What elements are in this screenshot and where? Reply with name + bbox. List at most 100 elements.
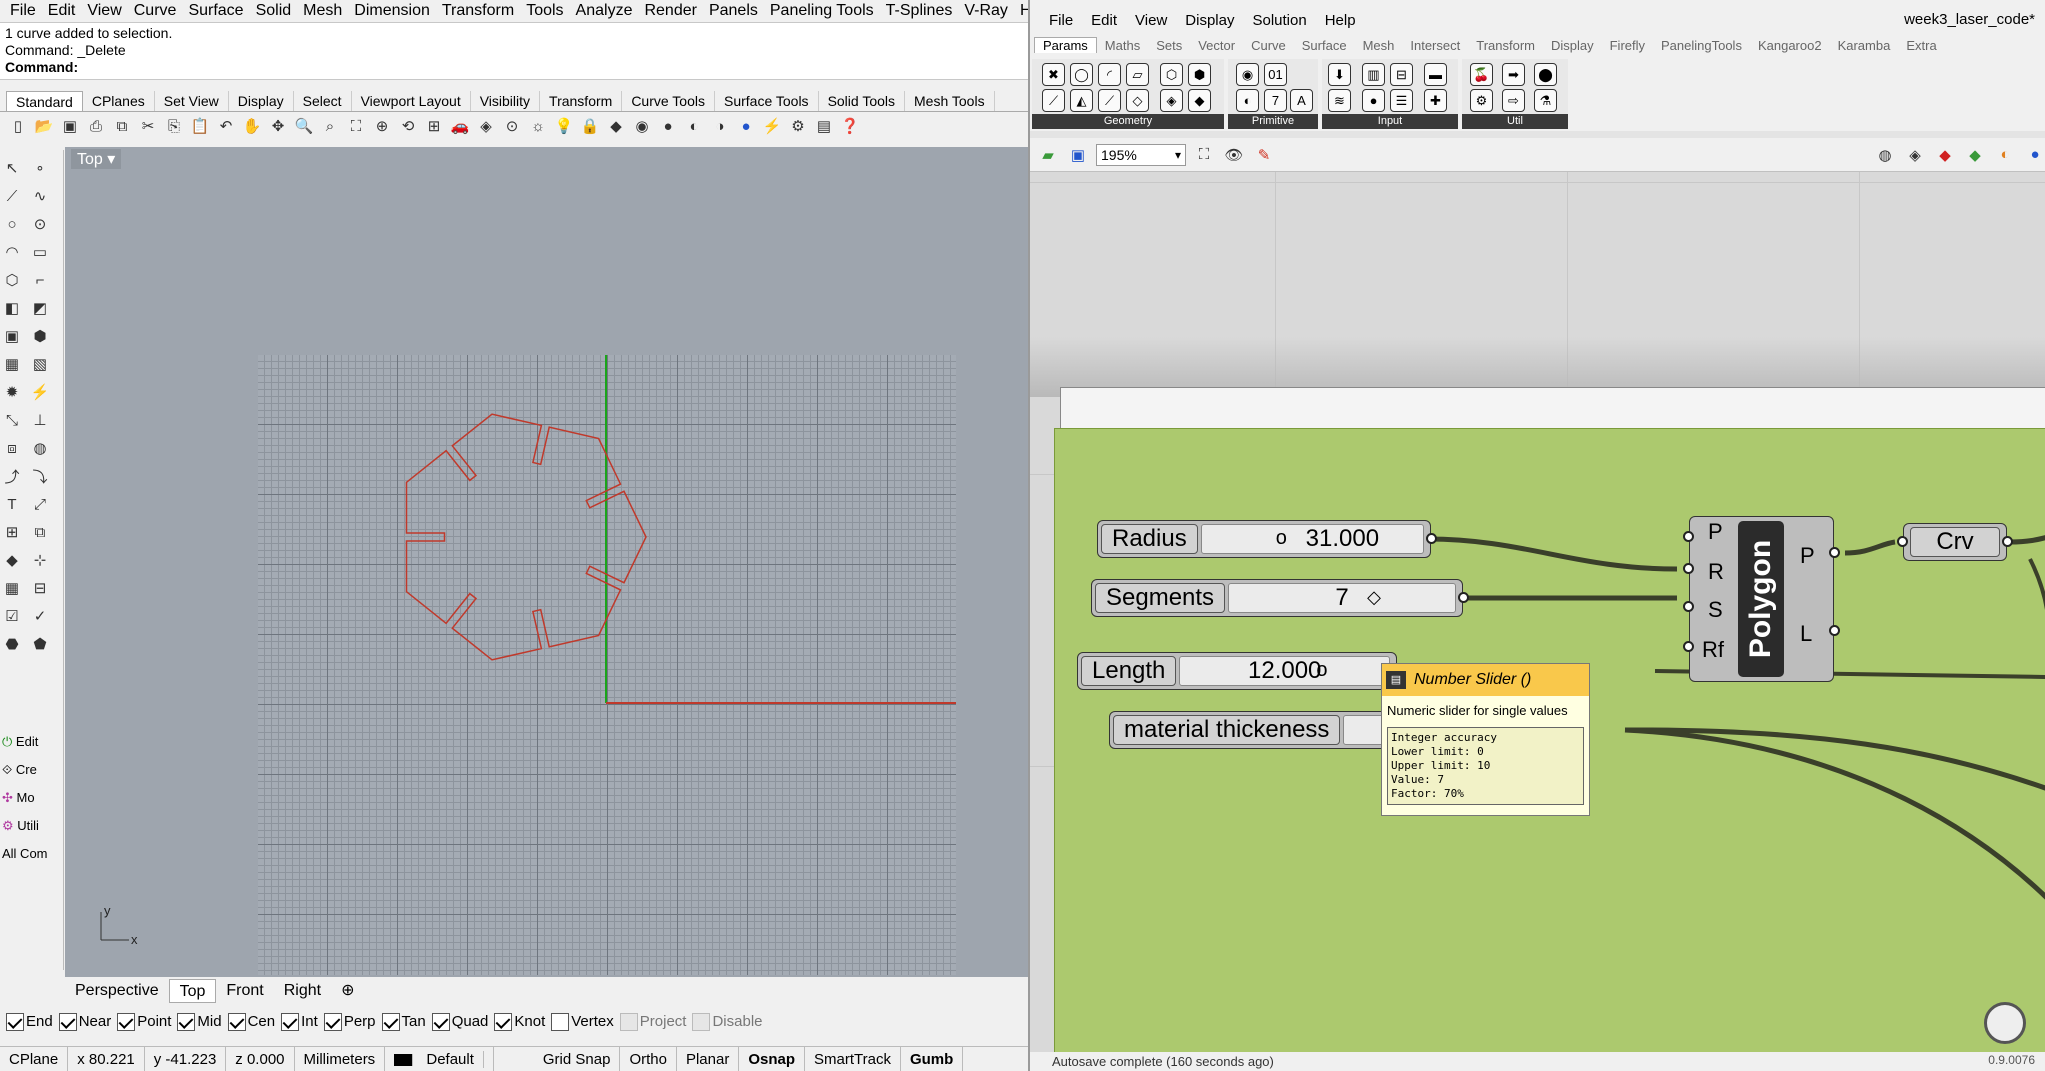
cut-icon[interactable]: ✂ — [136, 114, 160, 138]
new-file-icon[interactable]: ▯ — [6, 114, 30, 138]
output-port[interactable] — [1458, 592, 1469, 603]
block-icon[interactable]: ◍ — [28, 436, 52, 460]
menu-surface[interactable]: Surface — [182, 2, 249, 20]
osnap-cen[interactable]: Cen — [227, 1012, 275, 1031]
slider-grip-icon[interactable]: o — [1276, 524, 1287, 552]
box-param-icon[interactable]: ▱ — [1126, 63, 1149, 86]
gh-menu-view[interactable]: View — [1126, 12, 1176, 29]
gh-tab-kangaroo2[interactable]: Kangaroo2 — [1750, 38, 1830, 53]
lock-icon[interactable]: 🔒 — [578, 114, 602, 138]
gh-tab-panelingtools[interactable]: PanelingTools — [1653, 38, 1750, 53]
checkbox[interactable] — [177, 1012, 196, 1031]
rotate-view-icon[interactable]: ✥ — [266, 114, 290, 138]
osnap-end[interactable]: End — [6, 1012, 53, 1031]
input-port[interactable] — [1897, 536, 1908, 547]
group-icon[interactable]: ⧈ — [0, 436, 24, 460]
checkbox[interactable] — [381, 1012, 400, 1031]
galapagos-icon[interactable]: ⬤ — [1534, 63, 1557, 86]
canvas-widget-icon[interactable] — [1984, 1002, 2026, 1044]
boolean-icon[interactable]: ⬢ — [28, 324, 52, 348]
rectangle-icon[interactable]: ▭ — [28, 240, 52, 264]
menu-dimension[interactable]: Dimension — [348, 2, 436, 20]
menu-panels[interactable]: Panels — [703, 2, 764, 20]
save-icon[interactable]: ▣ — [58, 114, 82, 138]
zoom-extents-icon[interactable]: ⛶ — [1192, 143, 1216, 167]
display-sphere-icon[interactable]: ● — [2023, 143, 2045, 167]
input-port-r[interactable] — [1683, 563, 1694, 574]
cherry-icon[interactable]: 🍒 — [1470, 63, 1493, 86]
polyline-icon[interactable]: ⟋ — [0, 184, 24, 208]
tab-mesh-tools[interactable]: Mesh Tools — [905, 91, 995, 111]
layer-state-icon[interactable]: ⊟ — [28, 576, 52, 600]
split-icon[interactable]: ⤵ — [28, 464, 52, 488]
import-icon[interactable]: ⬇ — [1328, 63, 1351, 86]
number-param-icon[interactable]: 7 — [1264, 89, 1287, 112]
copy-icon[interactable]: ⎘ — [162, 114, 186, 138]
light-icon[interactable]: 💡 — [552, 114, 576, 138]
osnap-project[interactable]: Project — [619, 1012, 686, 1031]
menu-mesh[interactable]: Mesh — [297, 2, 348, 20]
add-viewport-icon[interactable]: ⊕ — [331, 979, 364, 1003]
point-icon[interactable]: ∘ — [28, 156, 52, 180]
save-icon[interactable]: ▣ — [1066, 143, 1090, 167]
command-prompt[interactable]: Command: — [5, 59, 1023, 76]
menu-t-splines[interactable]: T-Splines — [880, 2, 959, 20]
sidebar-item-create[interactable]: ⟐ Cre — [2, 762, 37, 778]
menu-tools[interactable]: Tools — [520, 2, 569, 20]
pan-icon[interactable]: ✋ — [240, 114, 264, 138]
menu-curve[interactable]: Curve — [128, 2, 183, 20]
paint-icon[interactable]: ⬟ — [28, 632, 52, 656]
menu-paneling-tools[interactable]: Paneling Tools — [764, 2, 880, 20]
sidebar-item-all-commands[interactable]: All Com — [2, 846, 48, 861]
colour-param-icon[interactable]: ◐ — [1236, 89, 1259, 112]
menu-file[interactable]: File — [4, 2, 42, 20]
tab-select[interactable]: Select — [294, 91, 352, 111]
boolean-param-icon[interactable]: ◉ — [1236, 63, 1259, 86]
selected-preview-icon[interactable]: ◆ — [1933, 143, 1957, 167]
four-views-icon[interactable]: ⊞ — [422, 114, 446, 138]
cube-icon[interactable]: ◆ — [0, 548, 24, 572]
slider-grip-icon[interactable]: ◇ — [1367, 583, 1381, 611]
car-icon[interactable]: 🚗 — [448, 114, 472, 138]
array-icon[interactable]: ⊞ — [0, 520, 24, 544]
zoom-icon[interactable]: 🔍 — [292, 114, 316, 138]
gh-menu-edit[interactable]: Edit — [1082, 12, 1126, 29]
gh-tab-curve[interactable]: Curve — [1243, 38, 1294, 53]
polygon-icon[interactable]: ⬡ — [0, 268, 24, 292]
xyz-icon[interactable]: ⊹ — [28, 548, 52, 572]
smarttrack-toggle[interactable]: SmartTrack — [805, 1046, 901, 1071]
gh-menu-help[interactable]: Help — [1316, 12, 1365, 29]
checkbox[interactable] — [494, 1012, 513, 1031]
gh-tab-params[interactable]: Params — [1034, 37, 1097, 53]
tab-solid-tools[interactable]: Solid Tools — [819, 91, 906, 111]
color-wheel-icon[interactable]: ◉ — [630, 114, 654, 138]
surface-icon[interactable]: ◧ — [0, 296, 24, 320]
segments-slider[interactable]: Segments 7 ◇ — [1091, 579, 1469, 617]
gh-tab-transform[interactable]: Transform — [1468, 38, 1543, 53]
offset-icon[interactable]: ⤴ — [0, 464, 24, 488]
tab-transform[interactable]: Transform — [540, 91, 623, 111]
menu-v-ray[interactable]: V-Ray — [958, 2, 1014, 20]
integer-param-icon[interactable]: 01 — [1264, 63, 1287, 86]
tab-curve-tools[interactable]: Curve Tools — [622, 91, 715, 111]
slider-track[interactable]: 7 ◇ — [1228, 583, 1456, 613]
layer-icon[interactable]: ◆ — [604, 114, 628, 138]
curve-param-icon[interactable]: ⟋ — [1042, 89, 1065, 112]
menu-render[interactable]: Render — [638, 2, 702, 20]
tab-cplanes[interactable]: CPlanes — [83, 91, 155, 111]
checkbox[interactable] — [58, 1012, 77, 1031]
sidebar-item-utilities[interactable]: ⚙ Utili — [2, 818, 39, 834]
ortho-toggle[interactable]: Ortho — [620, 1046, 677, 1071]
arrow-right-icon[interactable]: ➡ — [1502, 63, 1525, 86]
sketch-icon[interactable]: ✎ — [1252, 143, 1276, 167]
surface-edit-icon[interactable]: ◩ — [28, 296, 52, 320]
lamp-icon[interactable]: ⚡ — [760, 114, 784, 138]
tab-right[interactable]: Right — [274, 979, 331, 1003]
mesh-param-icon[interactable]: ⬢ — [1188, 63, 1211, 86]
checkbox[interactable] — [323, 1012, 342, 1031]
osnap-perp[interactable]: Perp — [323, 1012, 376, 1031]
checkbox[interactable] — [281, 1012, 300, 1031]
gh-tab-mesh[interactable]: Mesh — [1355, 38, 1403, 53]
gh-tab-surface[interactable]: Surface — [1294, 38, 1355, 53]
light-icon[interactable]: ✹ — [0, 380, 24, 404]
